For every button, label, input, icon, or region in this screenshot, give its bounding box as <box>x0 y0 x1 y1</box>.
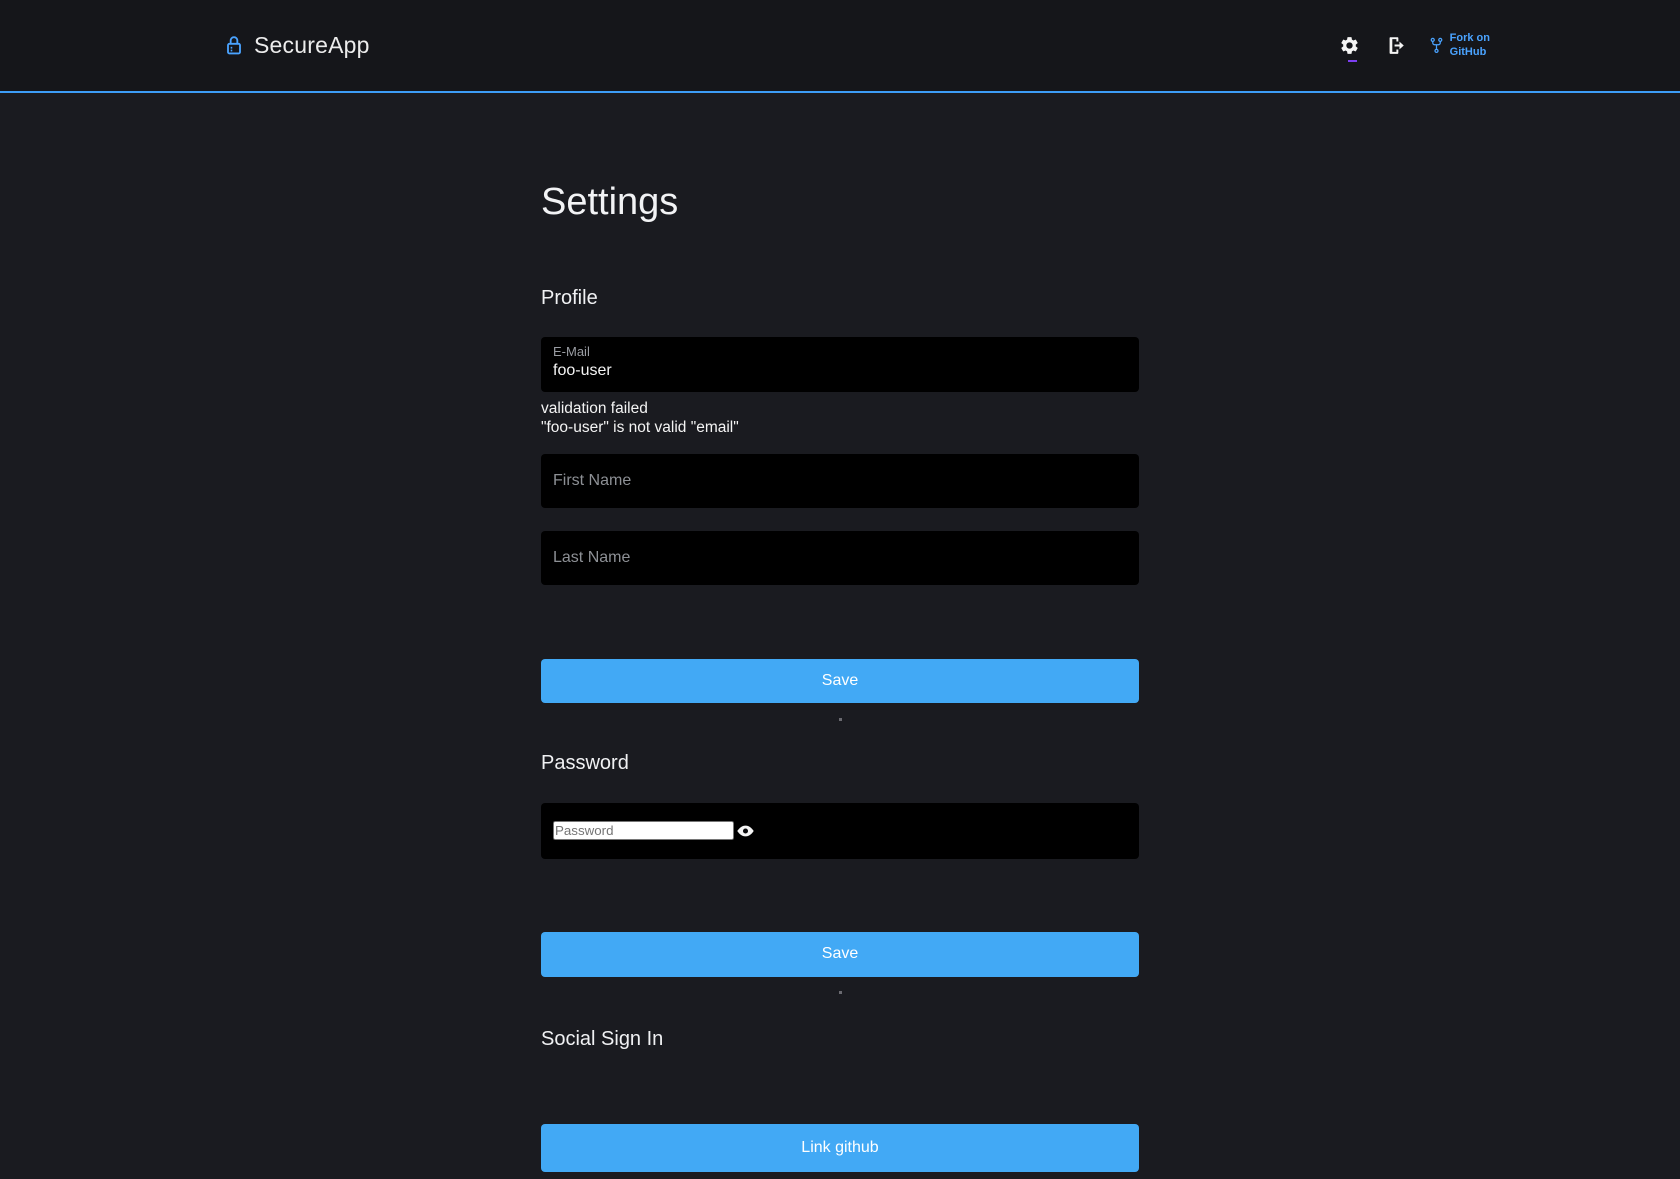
header-actions: Fork on GitHub <box>1335 31 1490 60</box>
gear-icon <box>1339 35 1360 56</box>
email-input[interactable] <box>553 360 1127 380</box>
collapsed-indicator-dot <box>839 991 842 994</box>
collapsed-indicator-dot <box>839 718 842 721</box>
brand-name: SecureApp <box>254 32 370 59</box>
logout-button[interactable] <box>1382 31 1411 60</box>
validation-line-1: validation failed <box>541 399 1139 418</box>
first-name-input[interactable] <box>553 472 1127 490</box>
profile-heading: Profile <box>541 287 1139 310</box>
first-name-field <box>541 454 1139 508</box>
eye-icon <box>736 823 755 839</box>
page-title: Settings <box>541 181 1139 225</box>
fork-on-github-link[interactable]: Fork on GitHub <box>1429 32 1490 58</box>
link-github-button[interactable]: Link github <box>541 1124 1139 1172</box>
password-save-button[interactable]: Save <box>541 932 1139 977</box>
profile-save-button[interactable]: Save <box>541 659 1139 703</box>
email-field: E-Mail <box>541 337 1139 392</box>
logout-icon <box>1386 35 1407 56</box>
settings-button[interactable] <box>1335 31 1364 60</box>
last-name-field <box>541 531 1139 585</box>
brand-logo[interactable]: SecureApp <box>224 32 370 59</box>
fork-label: Fork on GitHub <box>1450 32 1490 58</box>
settings-page: Settings Profile E-Mail validation faile… <box>541 181 1139 1172</box>
validation-line-2: "foo-user" is not valid "email" <box>541 418 1139 437</box>
last-name-input[interactable] <box>553 549 1127 567</box>
validation-message: validation failed "foo-user" is not vali… <box>541 399 1139 437</box>
password-field <box>541 803 1139 859</box>
settings-active-indicator <box>1348 60 1357 62</box>
app-header: SecureApp <box>0 0 1680 93</box>
password-input[interactable] <box>553 821 734 840</box>
lock-icon <box>224 34 244 57</box>
show-password-button[interactable] <box>734 821 757 841</box>
social-sign-in-heading: Social Sign In <box>541 1028 1139 1051</box>
git-fork-icon <box>1429 36 1444 55</box>
email-label: E-Mail <box>553 344 1127 360</box>
password-heading: Password <box>541 752 1139 775</box>
